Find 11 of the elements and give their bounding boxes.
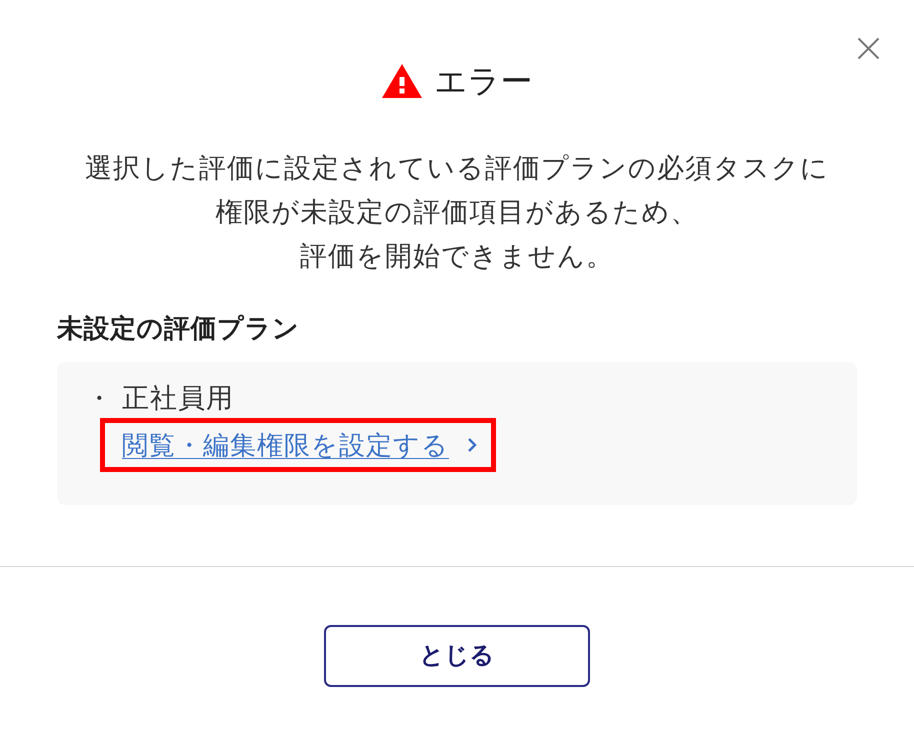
close-button[interactable]: [857, 37, 880, 60]
close-dialog-button[interactable]: とじる: [324, 625, 590, 687]
dialog-title: エラー: [434, 62, 532, 101]
close-icon: [857, 37, 880, 60]
list-bullet: ・: [86, 382, 112, 415]
warning-icon: [382, 64, 422, 98]
section-heading: 未設定の評価プラン: [57, 312, 300, 344]
set-permissions-link[interactable]: 閲覧・編集権限を設定する: [122, 423, 477, 467]
chevron-right-icon: [467, 437, 477, 453]
error-message: 選択した評価に設定されている評価プランの必須タスクに 権限が未設定の評価項目があるため、 評価を開始できません。: [84, 152, 830, 273]
plan-name: 正社員用: [122, 382, 234, 415]
